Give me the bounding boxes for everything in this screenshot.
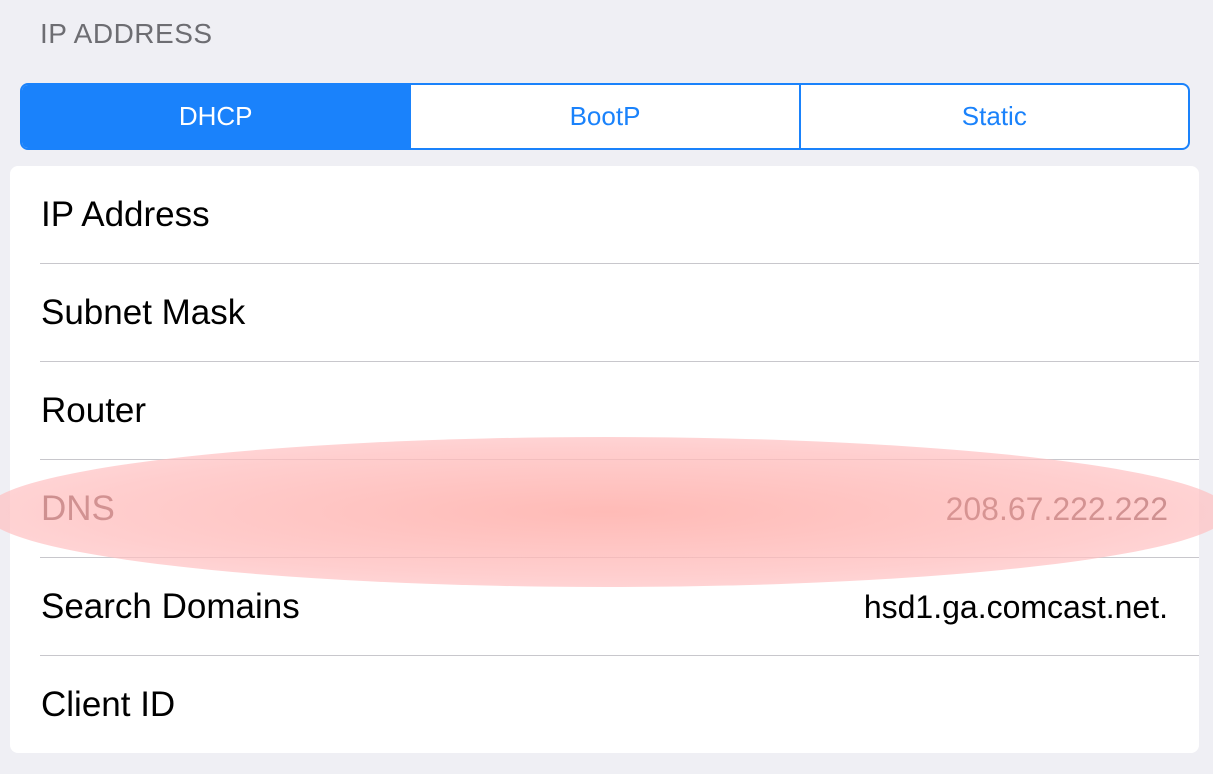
segment-bootp[interactable]: BootP	[409, 85, 798, 148]
row-label: Search Domains	[41, 587, 300, 626]
row-router[interactable]: Router	[10, 362, 1199, 460]
section-header: IP ADDRESS	[40, 18, 213, 49]
segment-static[interactable]: Static	[798, 85, 1188, 148]
row-client-id[interactable]: Client ID	[10, 656, 1199, 753]
row-label: DNS	[41, 489, 115, 528]
row-dns[interactable]: DNS 208.67.222.222	[10, 460, 1199, 558]
row-ip-address[interactable]: IP Address	[10, 166, 1199, 264]
segment-dhcp[interactable]: DHCP	[22, 85, 410, 148]
ip-mode-segmented-control: DHCP BootP Static	[20, 83, 1190, 150]
row-search-domains[interactable]: Search Domains hsd1.ga.comcast.net.	[10, 558, 1199, 656]
settings-table: IP Address Subnet Mask Router DNS 208.67…	[10, 166, 1199, 753]
row-subnet-mask[interactable]: Subnet Mask	[10, 264, 1199, 362]
row-label: IP Address	[41, 195, 210, 234]
row-label: Subnet Mask	[41, 293, 246, 332]
row-label: Router	[41, 391, 147, 430]
row-label: Client ID	[41, 685, 176, 724]
row-value: hsd1.ga.comcast.net.	[863, 589, 1168, 625]
row-value: 208.67.222.222	[945, 491, 1168, 527]
